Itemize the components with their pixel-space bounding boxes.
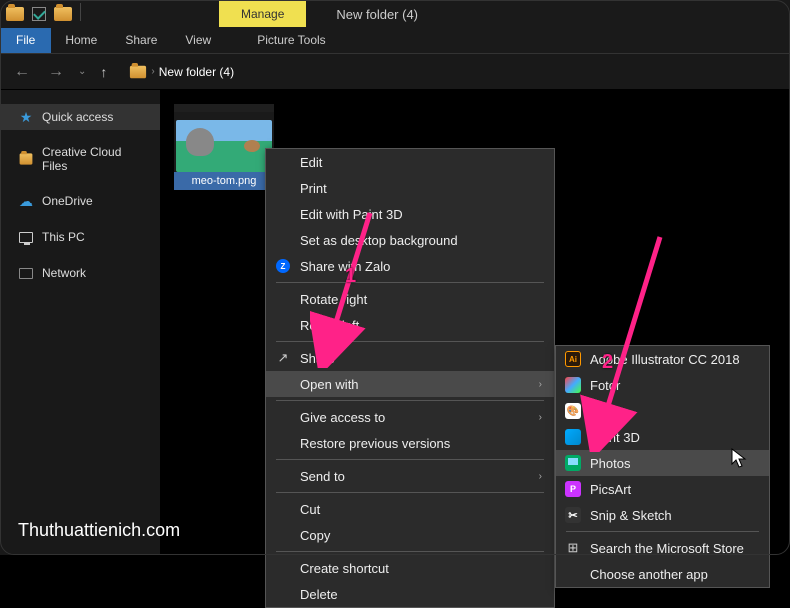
divider bbox=[276, 400, 544, 401]
sidebar-item-network[interactable]: Network bbox=[0, 260, 160, 286]
sidebar-item-label: Creative Cloud Files bbox=[42, 145, 142, 173]
sidebar-item-label: Network bbox=[42, 266, 86, 280]
ctx-create-shortcut[interactable]: Create shortcut bbox=[266, 555, 554, 581]
choose-another-app[interactable]: Choose another app bbox=[556, 561, 769, 587]
contextual-tab-manage[interactable]: Manage bbox=[219, 1, 306, 27]
share-icon bbox=[274, 349, 292, 367]
watermark: Thuthuattienich.com bbox=[18, 520, 180, 541]
back-button[interactable]: ← bbox=[10, 63, 34, 81]
photos-icon bbox=[564, 454, 582, 472]
context-menu: Edit Print Edit with Paint 3D Set as des… bbox=[265, 148, 555, 608]
title-bar: Manage New folder (4) bbox=[0, 0, 790, 28]
ctx-restore-versions[interactable]: Restore previous versions bbox=[266, 430, 554, 456]
sidebar-item-label: This PC bbox=[42, 230, 85, 244]
app-paint[interactable]: Paint bbox=[556, 398, 769, 424]
ctx-give-access[interactable]: Give access to› bbox=[266, 404, 554, 430]
store-icon: ⊞ bbox=[564, 539, 582, 557]
ctx-send-to[interactable]: Send to› bbox=[266, 463, 554, 489]
pc-icon bbox=[18, 229, 34, 245]
annotation-number-1: 1 bbox=[345, 265, 356, 288]
ribbon-tabs: File Home Share View Picture Tools bbox=[0, 28, 790, 54]
ctx-share[interactable]: Share bbox=[266, 345, 554, 371]
ctx-rotate-right[interactable]: Rotate right bbox=[266, 286, 554, 312]
divider bbox=[276, 282, 544, 283]
file-name: meo-tom.png bbox=[174, 172, 274, 190]
divider bbox=[276, 551, 544, 552]
app-snip-sketch[interactable]: ✂Snip & Sketch bbox=[556, 502, 769, 528]
snip-icon: ✂ bbox=[564, 506, 582, 524]
breadcrumb[interactable]: › New folder (4) bbox=[129, 65, 234, 79]
search-store[interactable]: ⊞Search the Microsoft Store bbox=[556, 535, 769, 561]
app-paint3d[interactable]: Paint 3D bbox=[556, 424, 769, 450]
file-thumbnail bbox=[174, 104, 274, 172]
ctx-edit-paint3d[interactable]: Edit with Paint 3D bbox=[266, 201, 554, 227]
folder-icon bbox=[4, 3, 26, 25]
navigation-toolbar: ← → ⌄ ↑ › New folder (4) bbox=[0, 54, 790, 90]
ctx-rotate-left[interactable]: Rotate left bbox=[266, 312, 554, 338]
folder-icon bbox=[52, 3, 74, 25]
network-icon bbox=[18, 265, 34, 281]
star-icon: ★ bbox=[18, 109, 34, 125]
quick-access-toolbar bbox=[0, 3, 89, 25]
ctx-share-zalo[interactable]: ZShare with Zalo bbox=[266, 253, 554, 279]
ctx-copy[interactable]: Copy bbox=[266, 522, 554, 548]
zalo-icon: Z bbox=[274, 257, 292, 275]
file-menu[interactable]: File bbox=[0, 28, 51, 53]
fotor-icon bbox=[564, 376, 582, 394]
tab-picture-tools[interactable]: Picture Tools bbox=[243, 28, 339, 53]
paint3d-icon bbox=[564, 428, 582, 446]
app-picsart[interactable]: PPicsArt bbox=[556, 476, 769, 502]
forward-button[interactable]: → bbox=[44, 63, 68, 81]
ctx-edit[interactable]: Edit bbox=[266, 149, 554, 175]
window-title: New folder (4) bbox=[336, 7, 418, 22]
history-dropdown[interactable]: ⌄ bbox=[78, 66, 86, 77]
cloud-icon: ☁ bbox=[18, 193, 34, 209]
sidebar-item-onedrive[interactable]: ☁ OneDrive bbox=[0, 188, 160, 214]
breadcrumb-folder[interactable]: New folder (4) bbox=[159, 65, 234, 79]
app-photos[interactable]: Photos bbox=[556, 450, 769, 476]
divider bbox=[276, 459, 544, 460]
annotation-number-2: 2 bbox=[602, 351, 613, 374]
ctx-cut[interactable]: Cut bbox=[266, 496, 554, 522]
file-item[interactable]: meo-tom.png bbox=[174, 104, 274, 190]
open-with-submenu: AiAdobe Illustrator CC 2018 Fotor Paint … bbox=[555, 345, 770, 588]
sidebar-item-this-pc[interactable]: This PC bbox=[0, 224, 160, 250]
chevron-right-icon: › bbox=[151, 66, 154, 77]
sidebar-item-label: OneDrive bbox=[42, 194, 93, 208]
sidebar-item-creative-cloud[interactable]: Creative Cloud Files bbox=[0, 140, 160, 178]
sidebar-item-quick-access[interactable]: ★ Quick access bbox=[0, 104, 160, 130]
ctx-delete[interactable]: Delete bbox=[266, 581, 554, 607]
up-button[interactable]: ↑ bbox=[96, 64, 111, 80]
picsart-icon: P bbox=[564, 480, 582, 498]
chevron-right-icon: › bbox=[539, 379, 542, 390]
sidebar-item-label: Quick access bbox=[42, 110, 113, 124]
folder-icon bbox=[18, 151, 34, 167]
tab-share[interactable]: Share bbox=[111, 28, 171, 53]
divider bbox=[276, 492, 544, 493]
app-illustrator[interactable]: AiAdobe Illustrator CC 2018 bbox=[556, 346, 769, 372]
app-fotor[interactable]: Fotor bbox=[556, 372, 769, 398]
ctx-set-desktop-bg[interactable]: Set as desktop background bbox=[266, 227, 554, 253]
folder-icon bbox=[130, 65, 146, 78]
chevron-right-icon: › bbox=[539, 412, 542, 423]
paint-icon bbox=[564, 402, 582, 420]
checkbox-icon[interactable] bbox=[28, 3, 50, 25]
ctx-open-with[interactable]: Open with› bbox=[266, 371, 554, 397]
chevron-right-icon: › bbox=[539, 471, 542, 482]
divider bbox=[566, 531, 759, 532]
tab-view[interactable]: View bbox=[171, 28, 225, 53]
tab-home[interactable]: Home bbox=[51, 28, 111, 53]
ctx-print[interactable]: Print bbox=[266, 175, 554, 201]
illustrator-icon: Ai bbox=[564, 350, 582, 368]
navigation-sidebar: ★ Quick access Creative Cloud Files ☁ On… bbox=[0, 90, 160, 555]
divider bbox=[276, 341, 544, 342]
